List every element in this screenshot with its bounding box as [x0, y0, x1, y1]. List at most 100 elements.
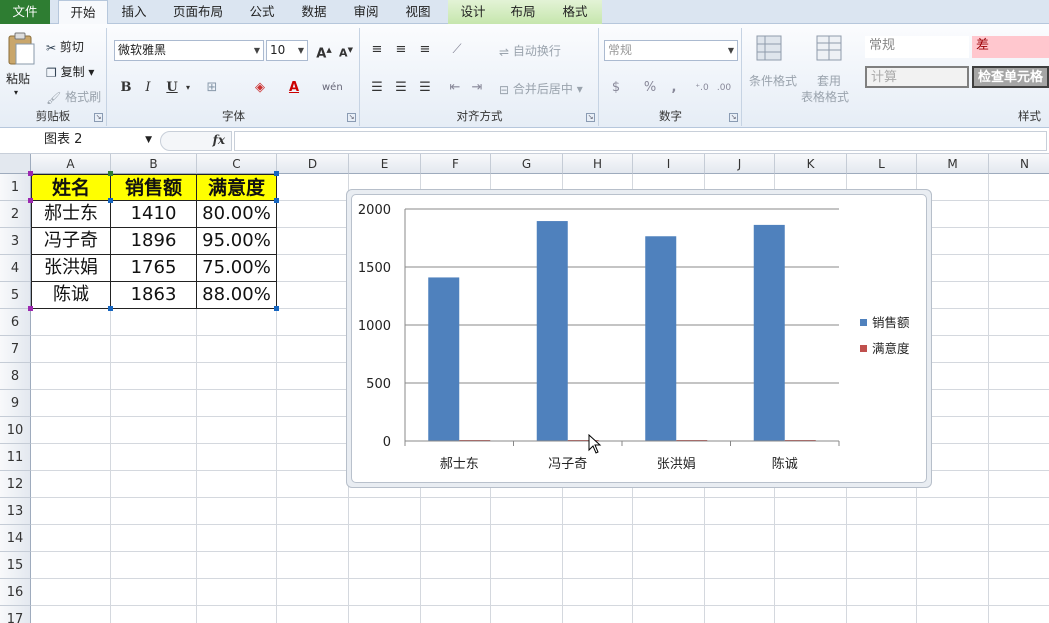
range-selection-handle[interactable]	[28, 171, 33, 176]
column-header-c[interactable]: C	[197, 154, 277, 174]
range-selection-handle[interactable]	[108, 171, 113, 176]
table-cell[interactable]: 75.00%	[197, 255, 277, 282]
table-cell[interactable]: 冯子奇	[31, 228, 111, 255]
column-header-n[interactable]: N	[989, 154, 1049, 174]
number-launcher-icon[interactable]: ↘	[729, 113, 738, 122]
percent-button[interactable]: %	[640, 78, 660, 98]
table-header-cell[interactable]: 满意度	[197, 174, 277, 201]
table-cell[interactable]: 陈诚	[31, 282, 111, 309]
row-header-15[interactable]: 15	[0, 552, 31, 579]
table-cell[interactable]: 1896	[111, 228, 197, 255]
name-box[interactable]: 图表 2 ▼	[2, 131, 156, 151]
style-check-cell[interactable]: 检查单元格	[972, 66, 1049, 88]
row-header-8[interactable]: 8	[0, 363, 31, 390]
alignment-launcher-icon[interactable]: ↘	[586, 113, 595, 122]
conditional-format-button[interactable]	[755, 34, 785, 64]
range-selection-handle[interactable]	[274, 198, 279, 203]
table-cell[interactable]: 88.00%	[197, 282, 277, 309]
increase-decimal-icon[interactable]: ⁺.0	[692, 78, 712, 98]
tab-format[interactable]: 格式	[548, 0, 602, 24]
currency-icon[interactable]: $	[606, 78, 626, 98]
paste-dropdown-icon[interactable]: ▾	[14, 88, 18, 97]
range-selection-handle[interactable]	[28, 198, 33, 203]
row-header-1[interactable]: 1	[0, 174, 31, 201]
phonetic-icon[interactable]: wén	[322, 78, 343, 98]
wrap-text-button[interactable]: ⇌ 自动换行	[499, 42, 561, 59]
number-format-combo[interactable]: 常规 ▼	[604, 40, 738, 61]
column-header-a[interactable]: A	[31, 154, 111, 174]
tab-design[interactable]: 设计	[448, 0, 498, 24]
column-header-d[interactable]: D	[277, 154, 349, 174]
font-color-icon[interactable]: A	[284, 78, 304, 98]
bar-sales[interactable]	[753, 224, 785, 441]
cut-button[interactable]: ✂ 剪切	[46, 38, 84, 55]
align-right-icon[interactable]: ☰	[415, 78, 435, 98]
comma-button[interactable]: ,	[664, 78, 684, 98]
table-cell[interactable]: 1765	[111, 255, 197, 282]
italic-button[interactable]: I	[138, 78, 158, 98]
orientation-icon[interactable]: ⟋	[447, 40, 467, 60]
row-header-12[interactable]: 12	[0, 471, 31, 498]
decrease-indent-icon[interactable]: ⇤	[445, 78, 465, 98]
style-bad[interactable]: 差	[972, 36, 1049, 58]
clipboard-launcher-icon[interactable]: ↘	[94, 113, 103, 122]
table-cell[interactable]: 郝士东	[31, 201, 111, 228]
name-box-dropdown-icon[interactable]: ▼	[145, 131, 152, 149]
copy-button[interactable]: ❐ 复制 ▾	[46, 63, 94, 80]
row-header-13[interactable]: 13	[0, 498, 31, 525]
table-header-cell[interactable]: 姓名	[31, 174, 111, 201]
bar-sales[interactable]	[536, 221, 568, 441]
align-center-icon[interactable]: ☰	[391, 78, 411, 98]
column-header-m[interactable]: M	[917, 154, 989, 174]
bar-sales[interactable]	[428, 277, 460, 441]
style-calculation[interactable]: 计算	[865, 66, 969, 88]
tab-data[interactable]: 数据	[292, 0, 336, 24]
table-cell[interactable]: 张洪娟	[31, 255, 111, 282]
decrease-decimal-icon[interactable]: .00	[714, 78, 734, 98]
column-header-i[interactable]: I	[633, 154, 705, 174]
bold-button[interactable]: B	[116, 78, 136, 98]
tab-layout[interactable]: 布局	[498, 0, 548, 24]
column-chart[interactable]: 0 500 1000 1500 2000 郝士东 冯子奇 张洪娟 陈诚 销售额满意度	[351, 194, 927, 483]
select-all-corner[interactable]	[0, 154, 31, 174]
tab-file[interactable]: 文件	[0, 0, 50, 24]
paste-button[interactable]	[6, 32, 36, 66]
table-cell[interactable]: 1410	[111, 201, 197, 228]
tab-page-layout[interactable]: 页面布局	[164, 0, 232, 24]
bar-sales[interactable]	[645, 236, 677, 441]
row-header-9[interactable]: 9	[0, 390, 31, 417]
range-selection-handle[interactable]	[28, 306, 33, 311]
column-header-j[interactable]: J	[705, 154, 775, 174]
insert-function-icon[interactable]: fx	[213, 133, 225, 147]
tab-home[interactable]: 开始	[58, 0, 108, 25]
row-header-3[interactable]: 3	[0, 228, 31, 255]
font-name-combo[interactable]: 微软雅黑 ▼	[114, 40, 264, 61]
merge-center-button[interactable]: ⊟ 合并后居中 ▾	[499, 80, 583, 97]
font-launcher-icon[interactable]: ↘	[347, 113, 356, 122]
tab-view[interactable]: 视图	[396, 0, 440, 24]
table-header-cell[interactable]: 销售额	[111, 174, 197, 201]
row-header-16[interactable]: 16	[0, 579, 31, 606]
row-header-14[interactable]: 14	[0, 525, 31, 552]
increase-indent-icon[interactable]: ⇥	[467, 78, 487, 98]
range-selection-handle[interactable]	[274, 306, 279, 311]
column-header-h[interactable]: H	[563, 154, 633, 174]
column-header-g[interactable]: G	[491, 154, 563, 174]
range-selection-handle[interactable]	[108, 198, 113, 203]
range-selection-handle[interactable]	[108, 306, 113, 311]
table-cell[interactable]: 1863	[111, 282, 197, 309]
tab-formulas[interactable]: 公式	[240, 0, 284, 24]
font-size-combo[interactable]: 10 ▼	[266, 40, 308, 61]
column-header-b[interactable]: B	[111, 154, 197, 174]
tab-insert[interactable]: 插入	[112, 0, 156, 24]
underline-dropdown-icon[interactable]: ▾	[178, 78, 198, 98]
table-cell[interactable]: 95.00%	[197, 228, 277, 255]
align-left-icon[interactable]: ☰	[367, 78, 387, 98]
align-bottom-icon[interactable]: ≡	[415, 40, 435, 60]
column-header-e[interactable]: E	[349, 154, 421, 174]
row-header-11[interactable]: 11	[0, 444, 31, 471]
column-header-f[interactable]: F	[421, 154, 491, 174]
column-header-k[interactable]: K	[775, 154, 847, 174]
format-as-table-button[interactable]	[815, 34, 845, 64]
align-top-icon[interactable]: ≡	[367, 40, 387, 60]
